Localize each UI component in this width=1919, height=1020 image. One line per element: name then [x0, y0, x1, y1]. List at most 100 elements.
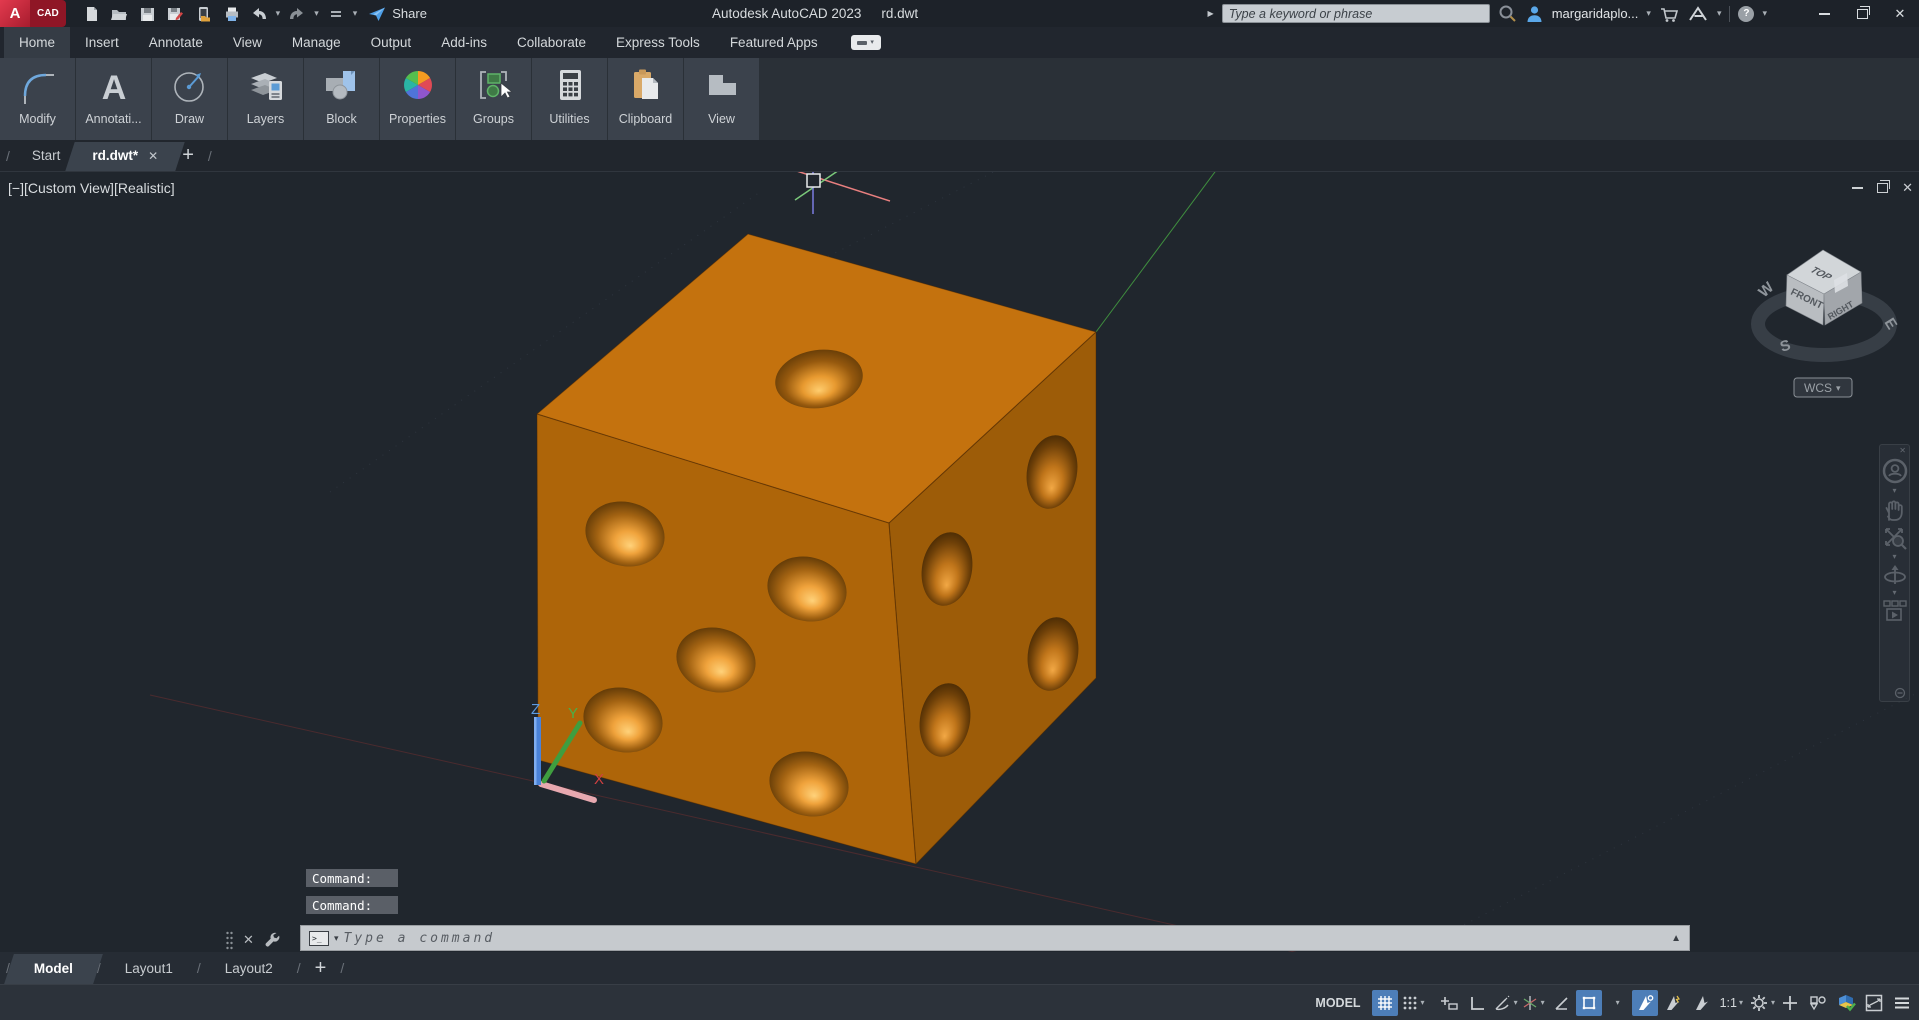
- command-line-bar[interactable]: >_ ▾ ▲: [300, 925, 1690, 951]
- autocad-logo[interactable]: A CAD: [0, 0, 66, 27]
- file-tab-document[interactable]: rd.dwt* ✕: [76, 140, 174, 171]
- annotation-scale-value[interactable]: 1:1 ▾: [1716, 990, 1747, 1016]
- wcs-button[interactable]: WCS ▾: [1793, 377, 1853, 398]
- isodraft-caret-icon[interactable]: ▾: [1541, 998, 1545, 1007]
- tab-layout1[interactable]: Layout1: [107, 952, 191, 984]
- wheel-caret-icon[interactable]: ▾: [1892, 486, 1896, 496]
- workspace-switching-button[interactable]: ▾: [1749, 990, 1775, 1016]
- command-customize-wrench-icon[interactable]: [263, 930, 283, 950]
- tab-output[interactable]: Output: [356, 27, 427, 58]
- open-from-mobile-icon[interactable]: [192, 3, 214, 25]
- navbar-customize-icon[interactable]: [1894, 687, 1909, 699]
- snap-mode-button[interactable]: ▾: [1400, 990, 1426, 1016]
- ribbon-display-button[interactable]: ▾: [850, 35, 881, 50]
- navigation-bar[interactable]: ✕ ▾ ▾ ▾: [1879, 444, 1910, 702]
- workspace-caret-icon[interactable]: ▾: [1771, 998, 1775, 1007]
- panel-draw[interactable]: Draw: [152, 58, 227, 140]
- save-as-icon[interactable]: [164, 3, 186, 25]
- model-space-button[interactable]: MODEL: [1306, 990, 1369, 1016]
- drawing-area[interactable]: [−][Custom View][Realistic] ✕ Z Y X W S …: [0, 172, 1919, 952]
- tab-layout2[interactable]: Layout2: [207, 952, 291, 984]
- osnap-caret-button[interactable]: ▾: [1604, 990, 1630, 1016]
- tab-insert[interactable]: Insert: [70, 27, 134, 58]
- viewport-controls-label[interactable]: [−][Custom View][Realistic]: [8, 180, 175, 196]
- redo-caret-icon[interactable]: ▾: [314, 9, 319, 18]
- object-snap-tracking-button[interactable]: [1548, 990, 1574, 1016]
- panel-annotation[interactable]: A Annotati...: [76, 58, 151, 140]
- customize-menu-button[interactable]: [1889, 990, 1915, 1016]
- new-layout-button[interactable]: +: [307, 957, 335, 980]
- command-recent-caret-icon[interactable]: ▾: [334, 933, 339, 944]
- cart-icon[interactable]: [1659, 5, 1679, 23]
- ortho-mode-button[interactable]: [1464, 990, 1490, 1016]
- polar-tracking-button[interactable]: ▾: [1492, 990, 1518, 1016]
- window-minimize-button[interactable]: [1809, 0, 1839, 27]
- share-button[interactable]: Share: [367, 5, 427, 23]
- panel-groups[interactable]: Groups: [456, 58, 531, 140]
- command-expand-icon[interactable]: ▲: [1671, 933, 1681, 944]
- dynamic-input-button[interactable]: [1436, 990, 1462, 1016]
- username-label[interactable]: margaridaplo...: [1552, 6, 1639, 21]
- open-folder-icon[interactable]: [108, 3, 130, 25]
- undo-caret-icon[interactable]: ▾: [276, 9, 281, 18]
- snap-caret-icon[interactable]: ▾: [1421, 998, 1425, 1007]
- panel-layers[interactable]: Layers: [228, 58, 303, 140]
- panel-view[interactable]: View: [684, 58, 759, 140]
- tab-home[interactable]: Home: [4, 27, 71, 58]
- tab-annotate[interactable]: Annotate: [134, 27, 218, 58]
- qat-customize-icon[interactable]: [325, 3, 347, 25]
- annotation-scale-button[interactable]: [1688, 990, 1714, 1016]
- navbar-close-icon[interactable]: ✕: [1899, 446, 1909, 456]
- undo-icon[interactable]: [248, 3, 270, 25]
- annotation-autoscale-button[interactable]: [1660, 990, 1686, 1016]
- model-space-scene[interactable]: Z Y X: [0, 172, 1919, 952]
- command-grip-handle[interactable]: [225, 930, 234, 950]
- viewport-minimize-icon[interactable]: [1852, 187, 1864, 189]
- qat-customize-caret-icon[interactable]: ▾: [353, 9, 358, 18]
- object-snap-button[interactable]: [1575, 989, 1602, 1016]
- panel-modify[interactable]: Modify: [0, 58, 75, 140]
- command-close-icon[interactable]: ✕: [243, 932, 254, 948]
- viewcube[interactable]: W S E TOP FRONT RIGHT WCS ▾: [1734, 222, 1919, 417]
- zoom-caret-icon[interactable]: ▾: [1892, 552, 1896, 562]
- close-tab-icon[interactable]: ✕: [148, 149, 158, 163]
- isolate-objects-button[interactable]: [1805, 990, 1831, 1016]
- command-input[interactable]: [343, 930, 1667, 946]
- search-icon[interactable]: [1498, 4, 1517, 23]
- tab-manage[interactable]: Manage: [277, 27, 356, 58]
- orbit-icon[interactable]: [1881, 562, 1909, 588]
- annotation-visibility-button[interactable]: [1631, 989, 1658, 1016]
- tab-addins[interactable]: Add-ins: [426, 27, 502, 58]
- panel-utilities[interactable]: Utilities: [532, 58, 607, 140]
- window-close-button[interactable]: ✕: [1885, 0, 1915, 27]
- new-file-icon[interactable]: [80, 3, 102, 25]
- pan-hand-icon[interactable]: [1882, 496, 1908, 524]
- plot-icon[interactable]: [220, 3, 242, 25]
- save-icon[interactable]: [136, 3, 158, 25]
- grid-display-button[interactable]: [1371, 989, 1398, 1016]
- search-input[interactable]: [1221, 4, 1490, 23]
- polar-caret-icon[interactable]: ▾: [1514, 998, 1518, 1007]
- autodesk-logo-icon[interactable]: [1687, 5, 1709, 23]
- command-prompt-icon[interactable]: >_: [309, 930, 329, 946]
- clean-screen-button[interactable]: [1861, 990, 1887, 1016]
- window-restore-button[interactable]: [1847, 0, 1877, 27]
- user-avatar-icon[interactable]: [1525, 4, 1544, 23]
- showmotion-icon[interactable]: [1881, 598, 1909, 624]
- viewcube-cube[interactable]: [1785, 249, 1863, 326]
- isometric-drafting-button[interactable]: ▾: [1520, 990, 1546, 1016]
- dice-3d-model[interactable]: [535, 233, 1097, 866]
- tab-collaborate[interactable]: Collaborate: [502, 27, 601, 58]
- tab-express-tools[interactable]: Express Tools: [601, 27, 715, 58]
- redo-icon[interactable]: [286, 3, 308, 25]
- panel-properties[interactable]: Properties: [380, 58, 455, 140]
- autodesk-caret-icon[interactable]: ▾: [1717, 9, 1722, 18]
- navigation-wheel-icon[interactable]: [1880, 456, 1910, 486]
- username-caret-icon[interactable]: ▾: [1646, 9, 1651, 18]
- viewport-close-icon[interactable]: ✕: [1902, 180, 1913, 196]
- viewport-restore-icon[interactable]: [1877, 180, 1891, 193]
- help-caret-icon[interactable]: ▾: [1762, 9, 1767, 18]
- tab-view[interactable]: View: [218, 27, 277, 58]
- tab-model[interactable]: Model: [16, 952, 91, 984]
- help-icon[interactable]: ?: [1738, 5, 1755, 22]
